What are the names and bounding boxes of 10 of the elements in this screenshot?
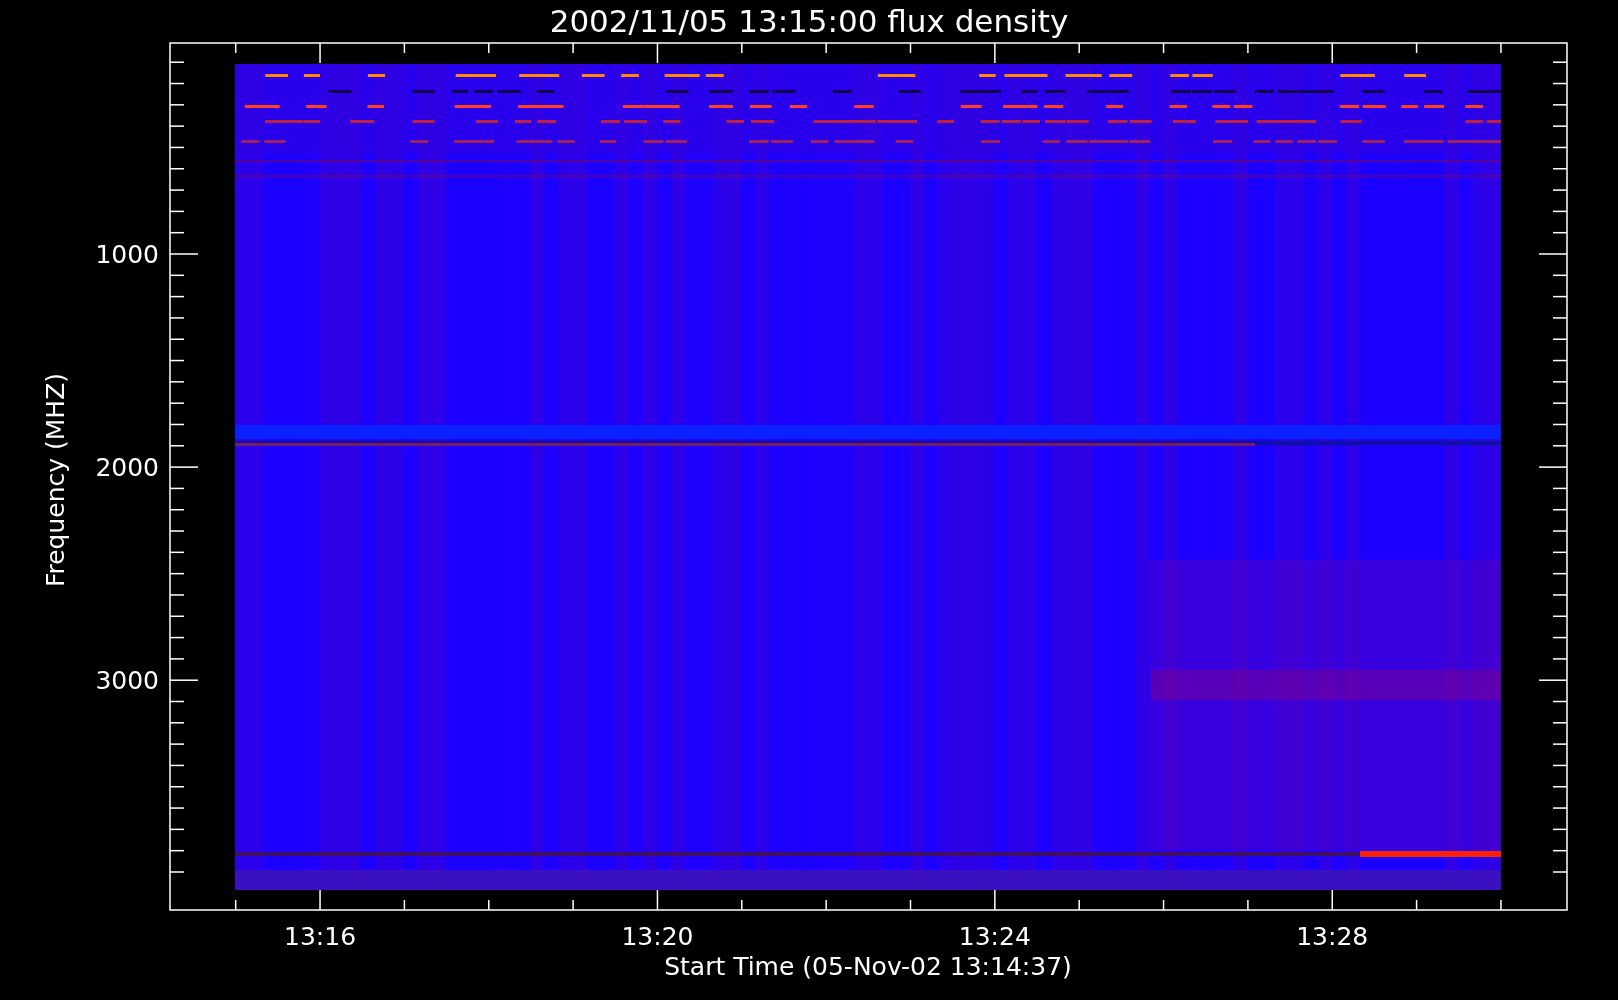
chart-title: 2002/11/05 13:15:00 flux density <box>549 3 1069 39</box>
x-tick-label: 13:20 <box>621 922 694 951</box>
y-tick-label: 2000 <box>95 453 159 483</box>
x-tick-label: 13:24 <box>958 922 1031 951</box>
x-tick-label: 13:16 <box>284 922 357 951</box>
y-tick-label: 3000 <box>95 666 159 696</box>
x-tick-label: 13:28 <box>1296 922 1369 951</box>
x-axis-label: Start Time (05-Nov-02 13:14:37) <box>664 952 1072 981</box>
y-tick-label: 1000 <box>95 240 159 269</box>
y-axis-label: Frequency (MHZ) <box>41 372 70 588</box>
